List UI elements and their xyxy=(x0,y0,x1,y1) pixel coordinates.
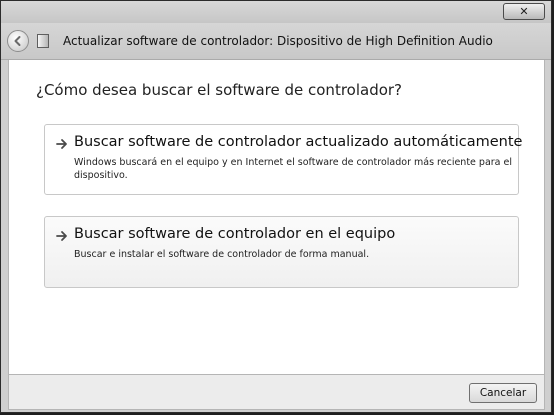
title-bar: ✕ xyxy=(1,1,551,23)
footer-bar: Cancelar xyxy=(8,374,545,410)
header-bar: Actualizar software de controlador: Disp… xyxy=(1,23,551,60)
option-search-automatically[interactable]: Buscar software de controlador actualiza… xyxy=(44,124,523,195)
option-description: Buscar e instalar el software de control… xyxy=(74,249,370,260)
cancel-button[interactable]: Cancelar xyxy=(469,383,537,403)
close-icon: ✕ xyxy=(519,5,529,18)
option-browse-computer[interactable]: Buscar software de controlador en el equ… xyxy=(44,216,519,288)
option-description: Windows buscará en el equipo y en Intern… xyxy=(74,157,512,181)
back-arrow-icon xyxy=(14,36,21,46)
option-title: Buscar software de controlador actualiza… xyxy=(74,134,523,150)
back-button[interactable] xyxy=(7,30,29,52)
option-title: Buscar software de controlador en el equ… xyxy=(74,226,396,242)
arrow-right-icon xyxy=(56,139,67,149)
arrow-right-icon xyxy=(56,231,67,241)
driver-update-window: ✕ Actualizar software de controlador: Di… xyxy=(0,0,552,413)
close-button[interactable]: ✕ xyxy=(503,3,545,20)
content-area: ¿Cómo desea buscar el software de contro… xyxy=(8,60,545,374)
dialog-title: Actualizar software de controlador: Disp… xyxy=(63,34,493,48)
device-icon xyxy=(37,34,49,48)
page-question: ¿Cómo desea buscar el software de contro… xyxy=(36,81,403,99)
